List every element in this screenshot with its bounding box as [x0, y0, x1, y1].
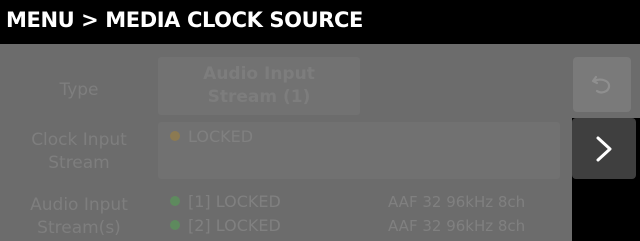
page-title: MENU > MEDIA CLOCK SOURCE — [6, 8, 363, 32]
type-label: Type — [59, 80, 99, 100]
type-selector-button[interactable]: Audio Input Stream (1) — [158, 57, 360, 115]
audio-input-label-line1: Audio Input — [30, 195, 128, 215]
next-button[interactable] — [572, 118, 636, 179]
audio-stream-1-status: [1] LOCKED — [188, 192, 281, 211]
undo-button[interactable] — [573, 57, 631, 112]
clock-input-label-line1: Clock Input — [31, 130, 127, 150]
audio-stream-row-1: [1] LOCKED — [170, 192, 281, 211]
clock-input-status-text: LOCKED — [188, 127, 254, 146]
audio-stream-row-2: [2] LOCKED — [170, 216, 281, 235]
type-value-line2: Stream (1) — [207, 87, 311, 107]
chevron-right-icon — [596, 136, 612, 162]
clock-input-status: LOCKED — [170, 127, 253, 146]
media-clock-source-screen: MENU > MEDIA CLOCK SOURCE Type Audio Inp… — [0, 0, 640, 241]
audio-stream-2-format: AAF 32 96kHz 8ch — [388, 217, 526, 235]
title-bar: MENU > MEDIA CLOCK SOURCE — [0, 0, 640, 44]
audio-stream-1-format: AAF 32 96kHz 8ch — [388, 193, 526, 211]
type-value-line1: Audio Input — [203, 64, 315, 84]
status-dot-icon — [170, 196, 180, 206]
status-dot-icon — [170, 131, 180, 141]
clock-input-label-line2: Stream — [48, 153, 110, 173]
undo-icon — [591, 75, 611, 94]
status-dot-icon — [170, 220, 180, 230]
audio-stream-2-status: [2] LOCKED — [188, 216, 281, 235]
audio-input-label-line2: Stream(s) — [37, 218, 121, 238]
